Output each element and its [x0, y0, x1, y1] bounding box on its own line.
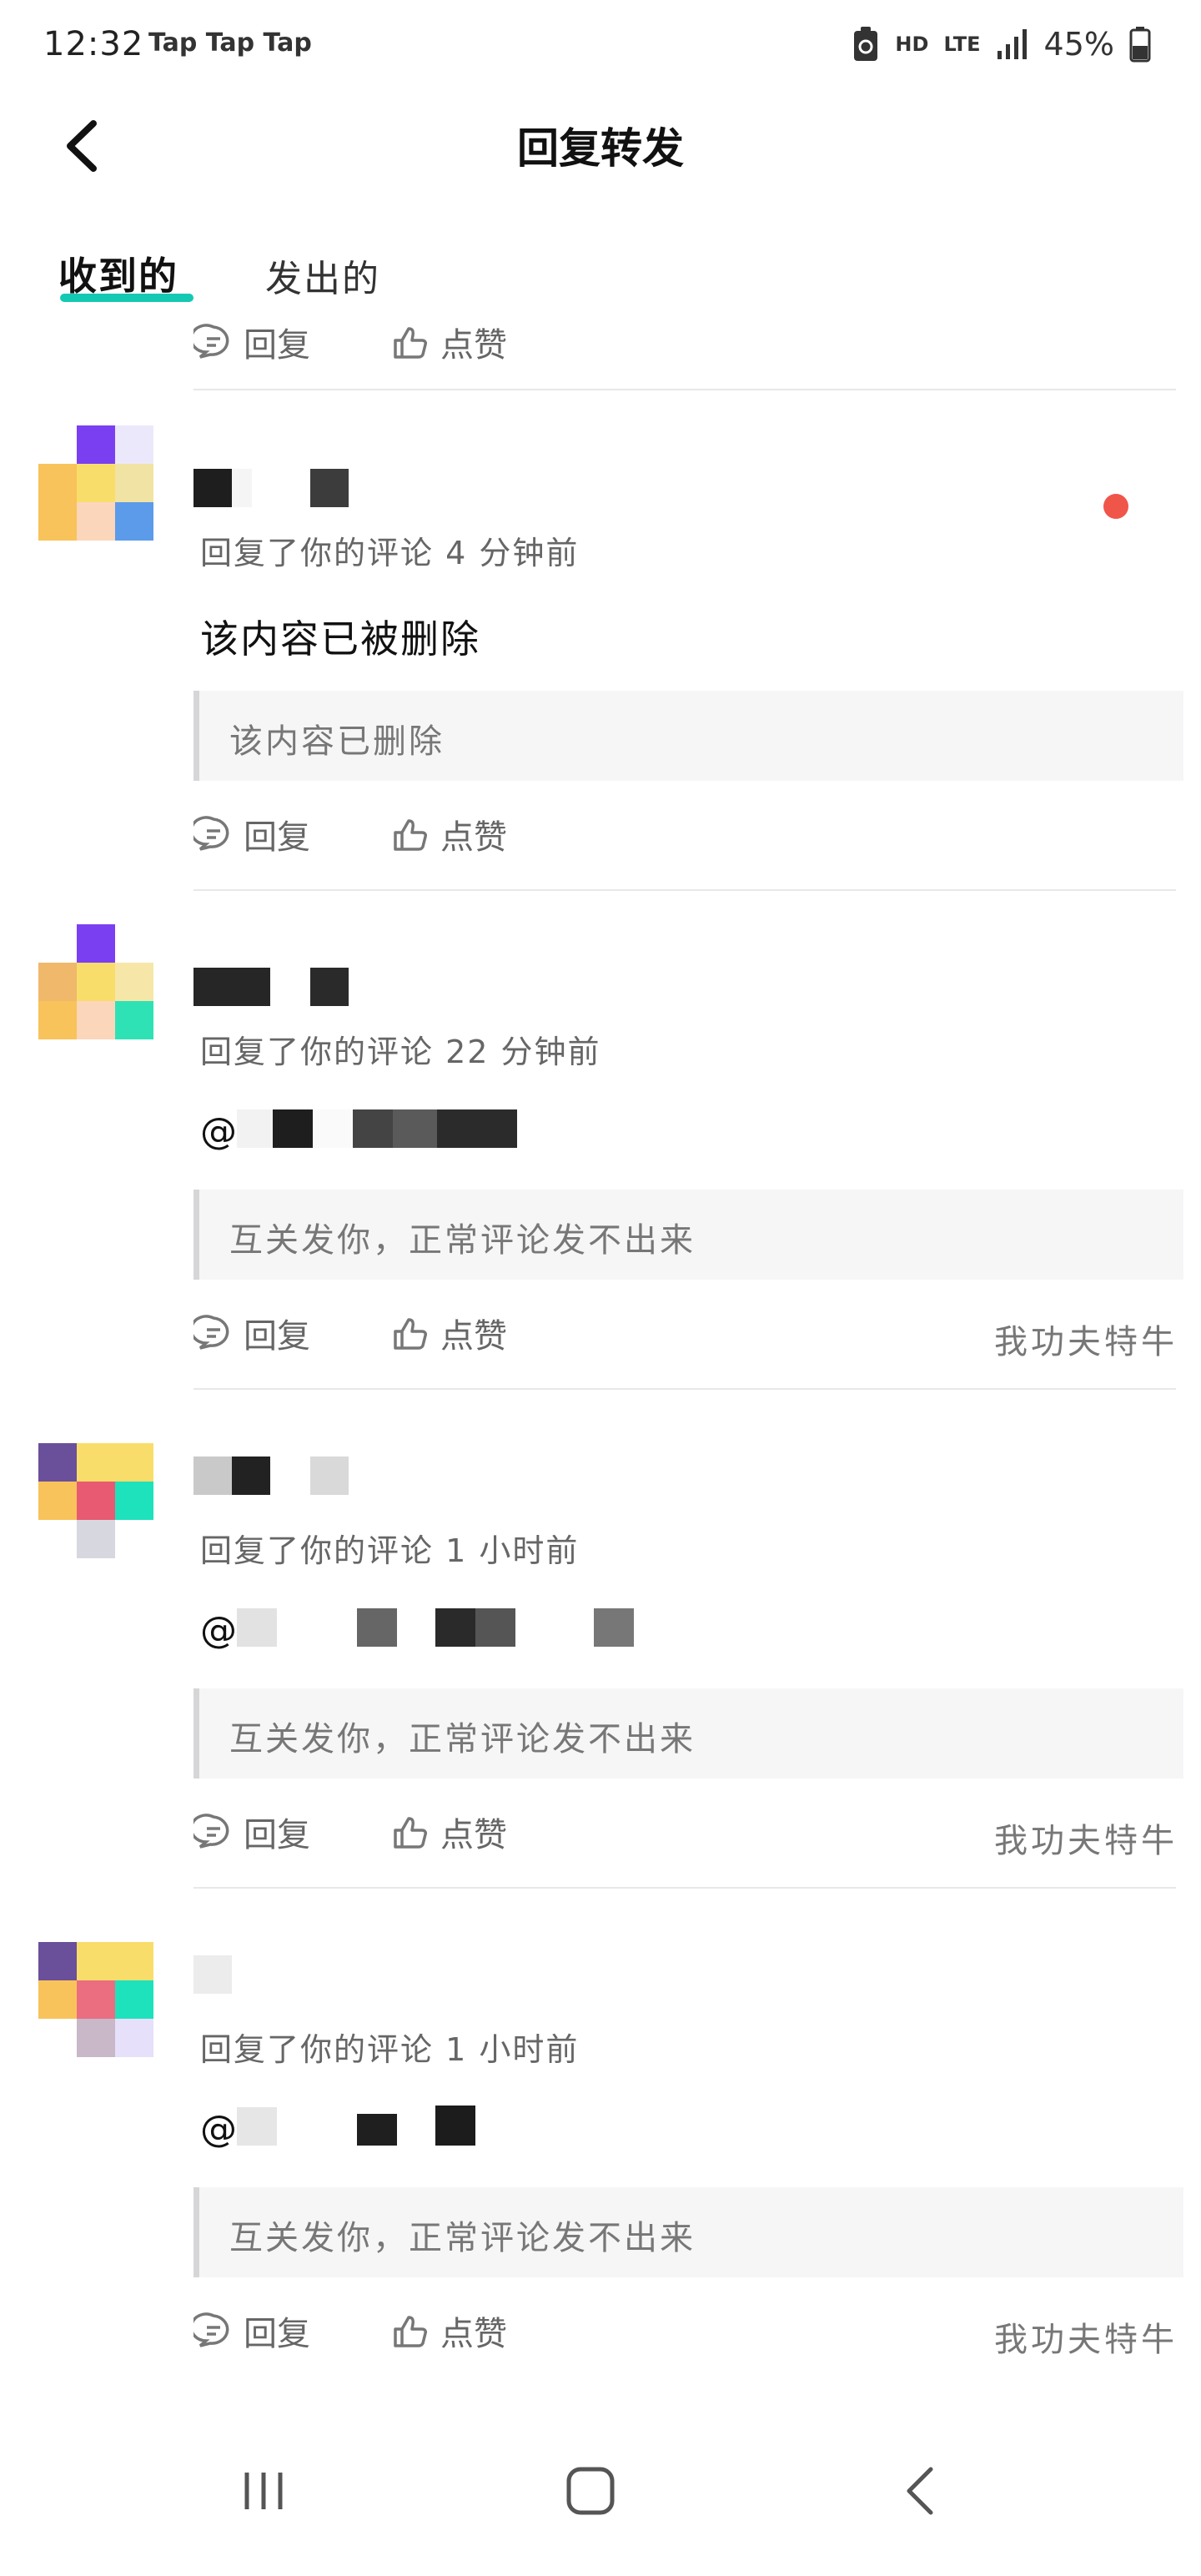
home-icon[interactable] [564, 2464, 617, 2518]
lte-label: LTE [943, 33, 981, 56]
reply-button[interactable]: 回复 [193, 1807, 310, 1857]
comment-actions: 回复 点赞 我功夫特牛 [193, 2306, 1178, 2359]
comment-icon [193, 816, 229, 851]
comment-content: @ [200, 2106, 475, 2151]
comment-actions: 回复 点赞 [193, 809, 1178, 859]
page-title: 回复转发 [517, 124, 684, 173]
recycle-icon [854, 27, 878, 61]
mention-username-part [435, 1608, 475, 1647]
quoted-text: 互关发你，正常评论发不出来 [229, 2219, 696, 2257]
battery-percent: 45% [1043, 26, 1114, 63]
thumbs-up-icon [394, 1318, 427, 1350]
thumbs-up-icon [394, 327, 427, 359]
thumbs-up-icon [394, 1817, 427, 1849]
comment-icon [193, 1315, 229, 1350]
avatar[interactable] [38, 1443, 158, 1563]
system-nav-bar [0, 2419, 1201, 2576]
signal-icon [997, 29, 1027, 59]
mention-username-part [357, 1608, 397, 1647]
back-nav-icon[interactable] [899, 2464, 941, 2518]
quoted-comment[interactable]: 互关发你，正常评论发不出来 [193, 2187, 1183, 2277]
mention-username[interactable] [237, 2107, 277, 2146]
mention-username-tail [437, 1109, 517, 1148]
game-tag[interactable]: 我功夫特牛 [994, 1315, 1178, 1363]
reply-label: 回复 [244, 1816, 310, 1854]
mention-username-part [357, 2114, 397, 2146]
reply-button[interactable]: 回复 [193, 809, 310, 859]
game-tag[interactable]: 我功夫特牛 [994, 1814, 1178, 1862]
like-label: 点赞 [440, 1317, 507, 1356]
comment-actions: 回复 点赞 我功夫特牛 [193, 1807, 1178, 1860]
status-time: 12:32 [43, 25, 144, 63]
comment-content: @ [200, 1607, 634, 1652]
tab-sent[interactable]: 发出的 [265, 249, 380, 302]
mention-username-part [475, 1608, 515, 1647]
comment-content: @ [200, 1108, 517, 1153]
quoted-text: 该内容已删除 [229, 722, 445, 761]
like-label: 点赞 [440, 1816, 507, 1854]
battery-icon [1129, 27, 1151, 63]
comment-actions: 回复 点赞 我功夫特牛 [193, 1308, 1178, 1361]
quoted-text: 互关发你，正常评论发不出来 [229, 1221, 696, 1260]
mention-username[interactable] [237, 1608, 277, 1647]
avatar[interactable] [38, 425, 158, 546]
status-bar: 12:32 Tap Tap Tap HD LTE 45% [0, 0, 1201, 92]
comment-meta: 回复了你的评论 1 小时前 [200, 2031, 580, 2068]
avatar[interactable] [38, 1942, 158, 2062]
reply-button[interactable]: 回复 [193, 317, 310, 367]
quoted-text: 互关发你，正常评论发不出来 [229, 1720, 696, 1758]
game-tag[interactable]: 我功夫特牛 [994, 2312, 1178, 2361]
reply-label: 回复 [244, 818, 310, 857]
like-button[interactable]: 点赞 [390, 1807, 507, 1857]
comment-icon [193, 2312, 229, 2347]
like-label: 点赞 [440, 326, 507, 365]
avatar[interactable] [38, 924, 158, 1044]
mention-at: @ [200, 1609, 239, 1652]
reply-label: 回复 [244, 1317, 310, 1356]
comment-content: 该内容已被删除 [200, 616, 480, 662]
divider [193, 889, 1176, 891]
comment-meta: 回复了你的评论 4 分钟前 [200, 535, 580, 571]
like-label: 点赞 [440, 818, 507, 857]
mention-username-part [594, 1608, 634, 1647]
comment-actions-partial: 回复 点赞 [193, 317, 1178, 367]
reply-button[interactable]: 回复 [193, 1308, 310, 1358]
comment-icon [193, 324, 229, 359]
thumbs-up-icon [394, 2316, 427, 2347]
recent-apps-icon[interactable] [239, 2466, 289, 2516]
quoted-comment[interactable]: 互关发你，正常评论发不出来 [193, 1190, 1183, 1280]
mention-username[interactable] [237, 1109, 437, 1148]
hd-label: HD [895, 33, 929, 56]
comment-icon [193, 1814, 229, 1849]
quoted-comment[interactable]: 该内容已删除 [193, 691, 1183, 781]
comment-meta: 回复了你的评论 1 小时前 [200, 1532, 580, 1569]
divider [193, 1388, 1176, 1390]
quoted-comment[interactable]: 互关发你，正常评论发不出来 [193, 1688, 1183, 1779]
like-button[interactable]: 点赞 [390, 809, 507, 859]
like-button[interactable]: 点赞 [390, 317, 507, 367]
reply-button[interactable]: 回复 [193, 2306, 310, 2356]
like-button[interactable]: 点赞 [390, 1308, 507, 1358]
reply-label: 回复 [244, 2315, 310, 2353]
divider [193, 389, 1176, 390]
mention-username-part [435, 2106, 475, 2146]
status-icons: HD LTE 45% [852, 23, 1151, 65]
mention-at: @ [200, 2108, 239, 2151]
active-tab-indicator [60, 294, 193, 302]
mention-at: @ [200, 1110, 239, 1153]
divider [193, 1887, 1176, 1889]
reply-label: 回复 [244, 326, 310, 365]
unread-dot [1103, 494, 1128, 519]
thumbs-up-icon [394, 819, 427, 851]
status-app-name: Tap Tap Tap [148, 28, 312, 58]
comment-meta: 回复了你的评论 22 分钟前 [200, 1034, 601, 1070]
like-button[interactable]: 点赞 [390, 2306, 507, 2356]
like-label: 点赞 [440, 2315, 507, 2353]
